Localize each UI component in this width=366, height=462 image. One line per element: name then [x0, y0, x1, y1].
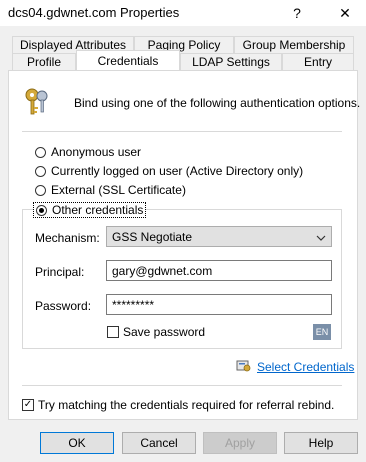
radio-button[interactable] [35, 165, 46, 177]
tab-profile[interactable]: Profile [12, 53, 76, 70]
mechanism-select[interactable]: GSS Negotiate [106, 226, 332, 247]
close-icon: ✕ [339, 4, 351, 21]
tab-credentials[interactable]: Credentials [76, 50, 180, 70]
divider [22, 385, 342, 386]
mechanism-label: Mechanism: [35, 231, 100, 245]
tab-entry[interactable]: Entry [282, 53, 354, 70]
help-button[interactable]: ? [278, 0, 316, 26]
apply-button[interactable]: Apply [203, 432, 277, 454]
radio-external-ssl[interactable]: External (SSL Certificate) [35, 183, 186, 197]
close-button[interactable]: ✕ [326, 0, 364, 26]
radio-anonymous-user[interactable]: Anonymous user [35, 145, 141, 159]
radio-other-credentials[interactable]: Other credentials [33, 202, 147, 218]
radio-button[interactable] [35, 184, 46, 196]
select-credentials-icon [236, 359, 252, 376]
ok-button[interactable]: OK [40, 432, 114, 454]
intro-text: Bind using one of the following authenti… [74, 96, 361, 110]
tab-ldap-settings[interactable]: LDAP Settings [180, 53, 282, 70]
radio-button[interactable] [36, 204, 47, 216]
radio-button[interactable] [35, 146, 46, 158]
principal-input[interactable]: gary@gdwnet.com [106, 260, 332, 281]
cancel-button[interactable]: Cancel [122, 432, 196, 454]
divider [22, 131, 342, 132]
referral-rebind-checkbox[interactable]: ✓ Try matching the credentials required … [22, 398, 334, 412]
select-credentials-link[interactable]: Select Credentials [257, 360, 354, 374]
checkbox[interactable] [107, 326, 119, 338]
chevron-down-icon [316, 230, 326, 244]
tab-group-membership[interactable]: Group Membership [234, 36, 354, 53]
language-badge: EN [313, 324, 331, 340]
password-input[interactable]: ********* [106, 294, 332, 315]
help-dialog-button[interactable]: Help [284, 432, 358, 454]
radio-currently-logged-on[interactable]: Currently logged on user (Active Directo… [35, 164, 303, 178]
save-password-checkbox[interactable]: Save password [107, 325, 205, 339]
password-label: Password: [35, 299, 92, 313]
window-title: dcs04.gdwnet.com Properties [8, 5, 180, 20]
principal-label: Principal: [35, 265, 85, 279]
checkbox[interactable]: ✓ [22, 399, 34, 411]
title-bar: dcs04.gdwnet.com Properties ? ✕ [0, 0, 366, 27]
key-icon [22, 86, 52, 118]
